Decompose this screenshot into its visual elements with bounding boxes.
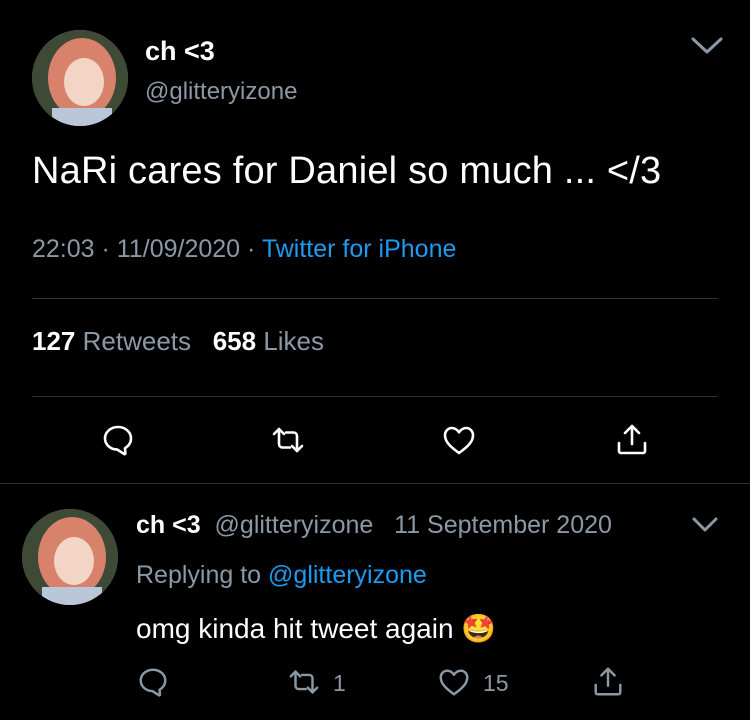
display-name[interactable]: ch <3: [136, 511, 201, 539]
chevron-down-icon[interactable]: [690, 36, 724, 56]
like-count: 15: [483, 670, 509, 696]
reply-icon[interactable]: [100, 422, 136, 458]
retweets-label: Retweets: [82, 326, 192, 356]
tweet-date: 11/09/2020: [116, 235, 241, 263]
divider: [32, 396, 718, 397]
avatar-image: [32, 30, 128, 126]
share-icon[interactable]: [614, 422, 650, 458]
avatar[interactable]: [22, 509, 118, 605]
replying-to: Replying to @glitteryizone: [136, 561, 427, 590]
reply-header: ch <3 @glitteryizone 11 September 2020: [136, 511, 612, 540]
meta-separator: ·: [101, 235, 110, 263]
retweets-stat[interactable]: 127 Retweets: [32, 326, 191, 356]
tweet-stats: 127 Retweets 658 Likes: [32, 326, 324, 357]
reply-icon[interactable]: [136, 665, 170, 699]
tweet-time: 22:03: [32, 235, 95, 263]
likes-label: Likes: [263, 326, 325, 356]
heart-icon[interactable]: [437, 665, 471, 699]
reply-text-body: omg kinda hit tweet again: [136, 613, 454, 644]
tweet-source-link[interactable]: Twitter for iPhone: [262, 235, 457, 263]
heart-icon[interactable]: [441, 422, 477, 458]
tweet-meta: 22:03 · 11/09/2020 · Twitter for iPhone: [32, 235, 456, 264]
retweets-count: 127: [32, 326, 76, 356]
reply-date[interactable]: 11 September 2020: [394, 511, 612, 539]
retweet-count: 1: [333, 670, 346, 696]
avatar-image: [22, 509, 118, 605]
tweet-text: NaRi cares for Daniel so much ... </3: [32, 150, 662, 192]
user-handle[interactable]: @glitteryizone: [145, 78, 297, 106]
replying-prefix: Replying to: [136, 561, 262, 589]
likes-count: 658: [212, 326, 257, 356]
likes-stat[interactable]: 658 Likes: [213, 326, 324, 356]
divider: [32, 298, 718, 299]
share-icon[interactable]: [591, 665, 625, 699]
retweet-icon[interactable]: [287, 665, 321, 699]
divider: [0, 483, 750, 484]
chevron-down-icon[interactable]: [691, 516, 719, 534]
reply-text: omg kinda hit tweet again 🤩: [136, 612, 496, 645]
mention-link[interactable]: @glitteryizone: [268, 561, 427, 589]
avatar[interactable]: [32, 30, 128, 126]
user-handle[interactable]: @glitteryizone: [215, 511, 374, 539]
meta-separator: ·: [247, 235, 256, 263]
star-struck-emoji: 🤩: [461, 613, 497, 644]
display-name[interactable]: ch <3: [145, 36, 215, 67]
retweet-icon[interactable]: [270, 422, 306, 458]
